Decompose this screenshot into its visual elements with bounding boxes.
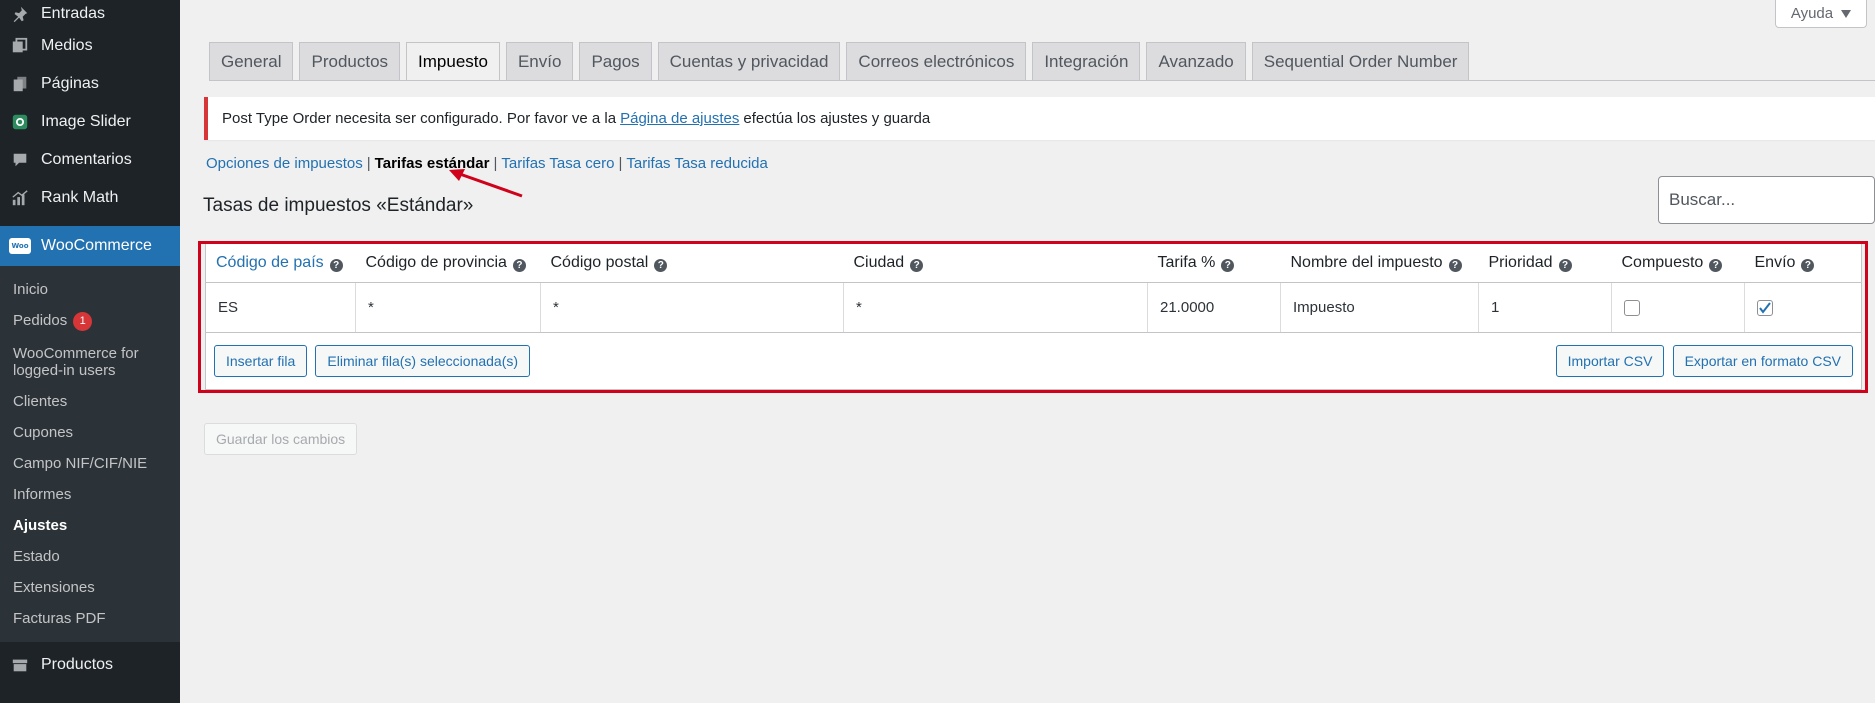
submenu-item-facturas[interactable]: Facturas PDF [0, 603, 180, 634]
help-label: Ayuda [1790, 5, 1834, 22]
settings-page-link[interactable]: Página de ajustes [620, 110, 739, 127]
subnav-separator: | [618, 155, 623, 172]
tab-general[interactable]: General [209, 42, 294, 80]
menu-label: Rank Math [41, 189, 119, 206]
settings-tabs: General Productos Impuesto Envío Pagos C… [209, 42, 1470, 81]
submenu-item-inicio[interactable]: Inicio [0, 274, 180, 305]
menu-item-image-slider[interactable]: Image Slider [0, 103, 180, 141]
menu-label: WooCommerce [41, 237, 152, 254]
main-content: Ayuda General Productos Impuesto Envío P… [180, 0, 1875, 703]
tab-cuentas-privacidad[interactable]: Cuentas y privacidad [657, 42, 841, 80]
menu-item-productos[interactable]: Productos [0, 646, 180, 684]
submenu-label: Pedidos [13, 312, 68, 329]
menu-item-entradas[interactable]: Entradas [0, 0, 180, 27]
caret-down-icon [1841, 5, 1852, 22]
submenu-item-pedidos[interactable]: Pedidos 1 [0, 305, 180, 338]
submenu-item-informes[interactable]: Informes [0, 479, 180, 510]
comments-icon [8, 148, 32, 172]
submenu-item-logged-in-users[interactable]: WooCommerce for logged-in users [0, 338, 180, 386]
menu-label: Productos [41, 656, 114, 673]
pin-icon [8, 2, 32, 26]
woo-logo: Woo [9, 238, 31, 254]
woocommerce-submenu: Inicio Pedidos 1 WooCommerce for logged-i… [0, 266, 180, 642]
help-tab-button[interactable]: Ayuda [1775, 0, 1867, 28]
notice-text-after: efectúa los ajustes y guarda [743, 110, 931, 127]
tab-envio[interactable]: Envío [505, 42, 574, 80]
menu-item-medios[interactable]: Medios [0, 27, 180, 65]
tab-productos[interactable]: Productos [299, 42, 401, 80]
submenu-item-estado[interactable]: Estado [0, 541, 180, 572]
menu-item-comentarios[interactable]: Comentarios [0, 141, 180, 179]
submenu-item-ajustes[interactable]: Ajustes [0, 510, 180, 541]
tab-sequential-order-number[interactable]: Sequential Order Number [1251, 42, 1470, 80]
search-input[interactable] [1658, 176, 1875, 224]
annotation-highlight-box [198, 241, 1868, 393]
menu-label: Medios [41, 37, 93, 54]
error-notice: Post Type Order necesita ser configurado… [204, 97, 1875, 140]
menu-label: Páginas [41, 75, 99, 92]
slider-icon [8, 110, 32, 134]
orders-count-badge: 1 [73, 312, 93, 331]
menu-label: Image Slider [41, 113, 131, 130]
menu-label: Comentarios [41, 151, 132, 168]
menu-label: Entradas [41, 4, 106, 22]
woocommerce-icon: Woo [8, 234, 32, 258]
menu-item-woocommerce[interactable]: Woo WooCommerce [0, 226, 180, 266]
submenu-item-nif[interactable]: Campo NIF/CIF/NIE [0, 448, 180, 479]
page-title: Tasas de impuestos «Estándar» [203, 195, 474, 216]
subnav-separator: | [366, 155, 371, 172]
subnav-reduced-rates[interactable]: Tarifas Tasa reducida [626, 155, 767, 172]
notice-text-before: Post Type Order necesita ser configurado… [222, 110, 617, 127]
tabs-divider [209, 80, 1875, 81]
menu-item-paginas[interactable]: Páginas [0, 65, 180, 103]
tab-avanzado[interactable]: Avanzado [1146, 42, 1246, 80]
submenu-item-clientes[interactable]: Clientes [0, 386, 180, 417]
pages-icon [8, 72, 32, 96]
submenu-item-cupones[interactable]: Cupones [0, 417, 180, 448]
save-changes-button[interactable]: Guardar los cambios [204, 423, 358, 455]
tab-integracion[interactable]: Integración [1032, 42, 1141, 80]
products-icon [8, 653, 32, 677]
admin-sidebar: Entradas Medios Páginas Image Slider Com… [0, 0, 180, 703]
tab-impuesto[interactable]: Impuesto [406, 42, 500, 81]
submenu-item-extensiones[interactable]: Extensiones [0, 572, 180, 603]
tab-pagos[interactable]: Pagos [579, 42, 652, 80]
rank-math-icon [8, 186, 32, 210]
media-icon [8, 34, 32, 58]
tab-correos[interactable]: Correos electrónicos [846, 42, 1027, 80]
subnav-tax-options[interactable]: Opciones de impuestos [206, 155, 363, 172]
menu-item-rank-math[interactable]: Rank Math [0, 179, 180, 217]
